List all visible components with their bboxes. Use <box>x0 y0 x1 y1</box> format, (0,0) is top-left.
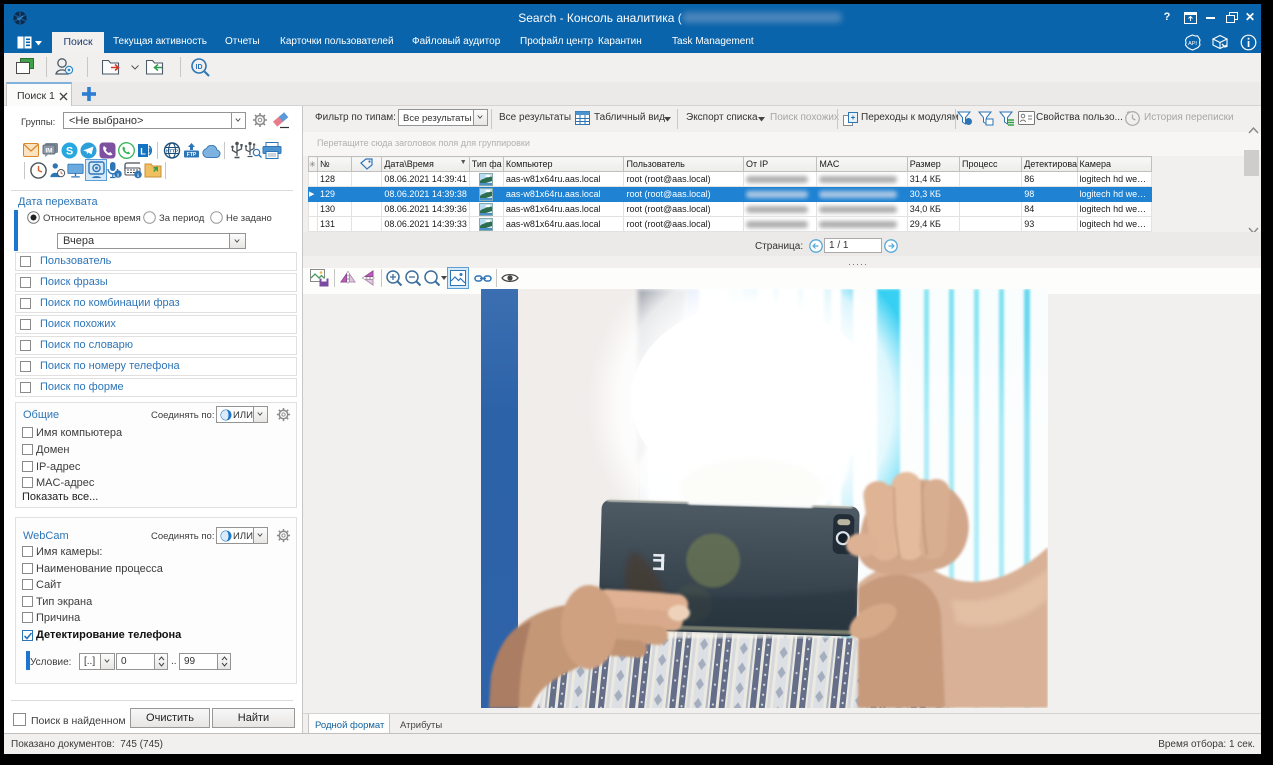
svg-text:IM: IM <box>45 148 52 155</box>
svg-text:S: S <box>66 146 73 158</box>
svg-text:HTTP: HTTP <box>166 149 178 154</box>
svg-text:API: API <box>1188 41 1197 47</box>
svg-text:FTP: FTP <box>187 152 197 158</box>
svg-text:ID: ID <box>196 64 203 71</box>
svg-text:L: L <box>140 147 146 157</box>
